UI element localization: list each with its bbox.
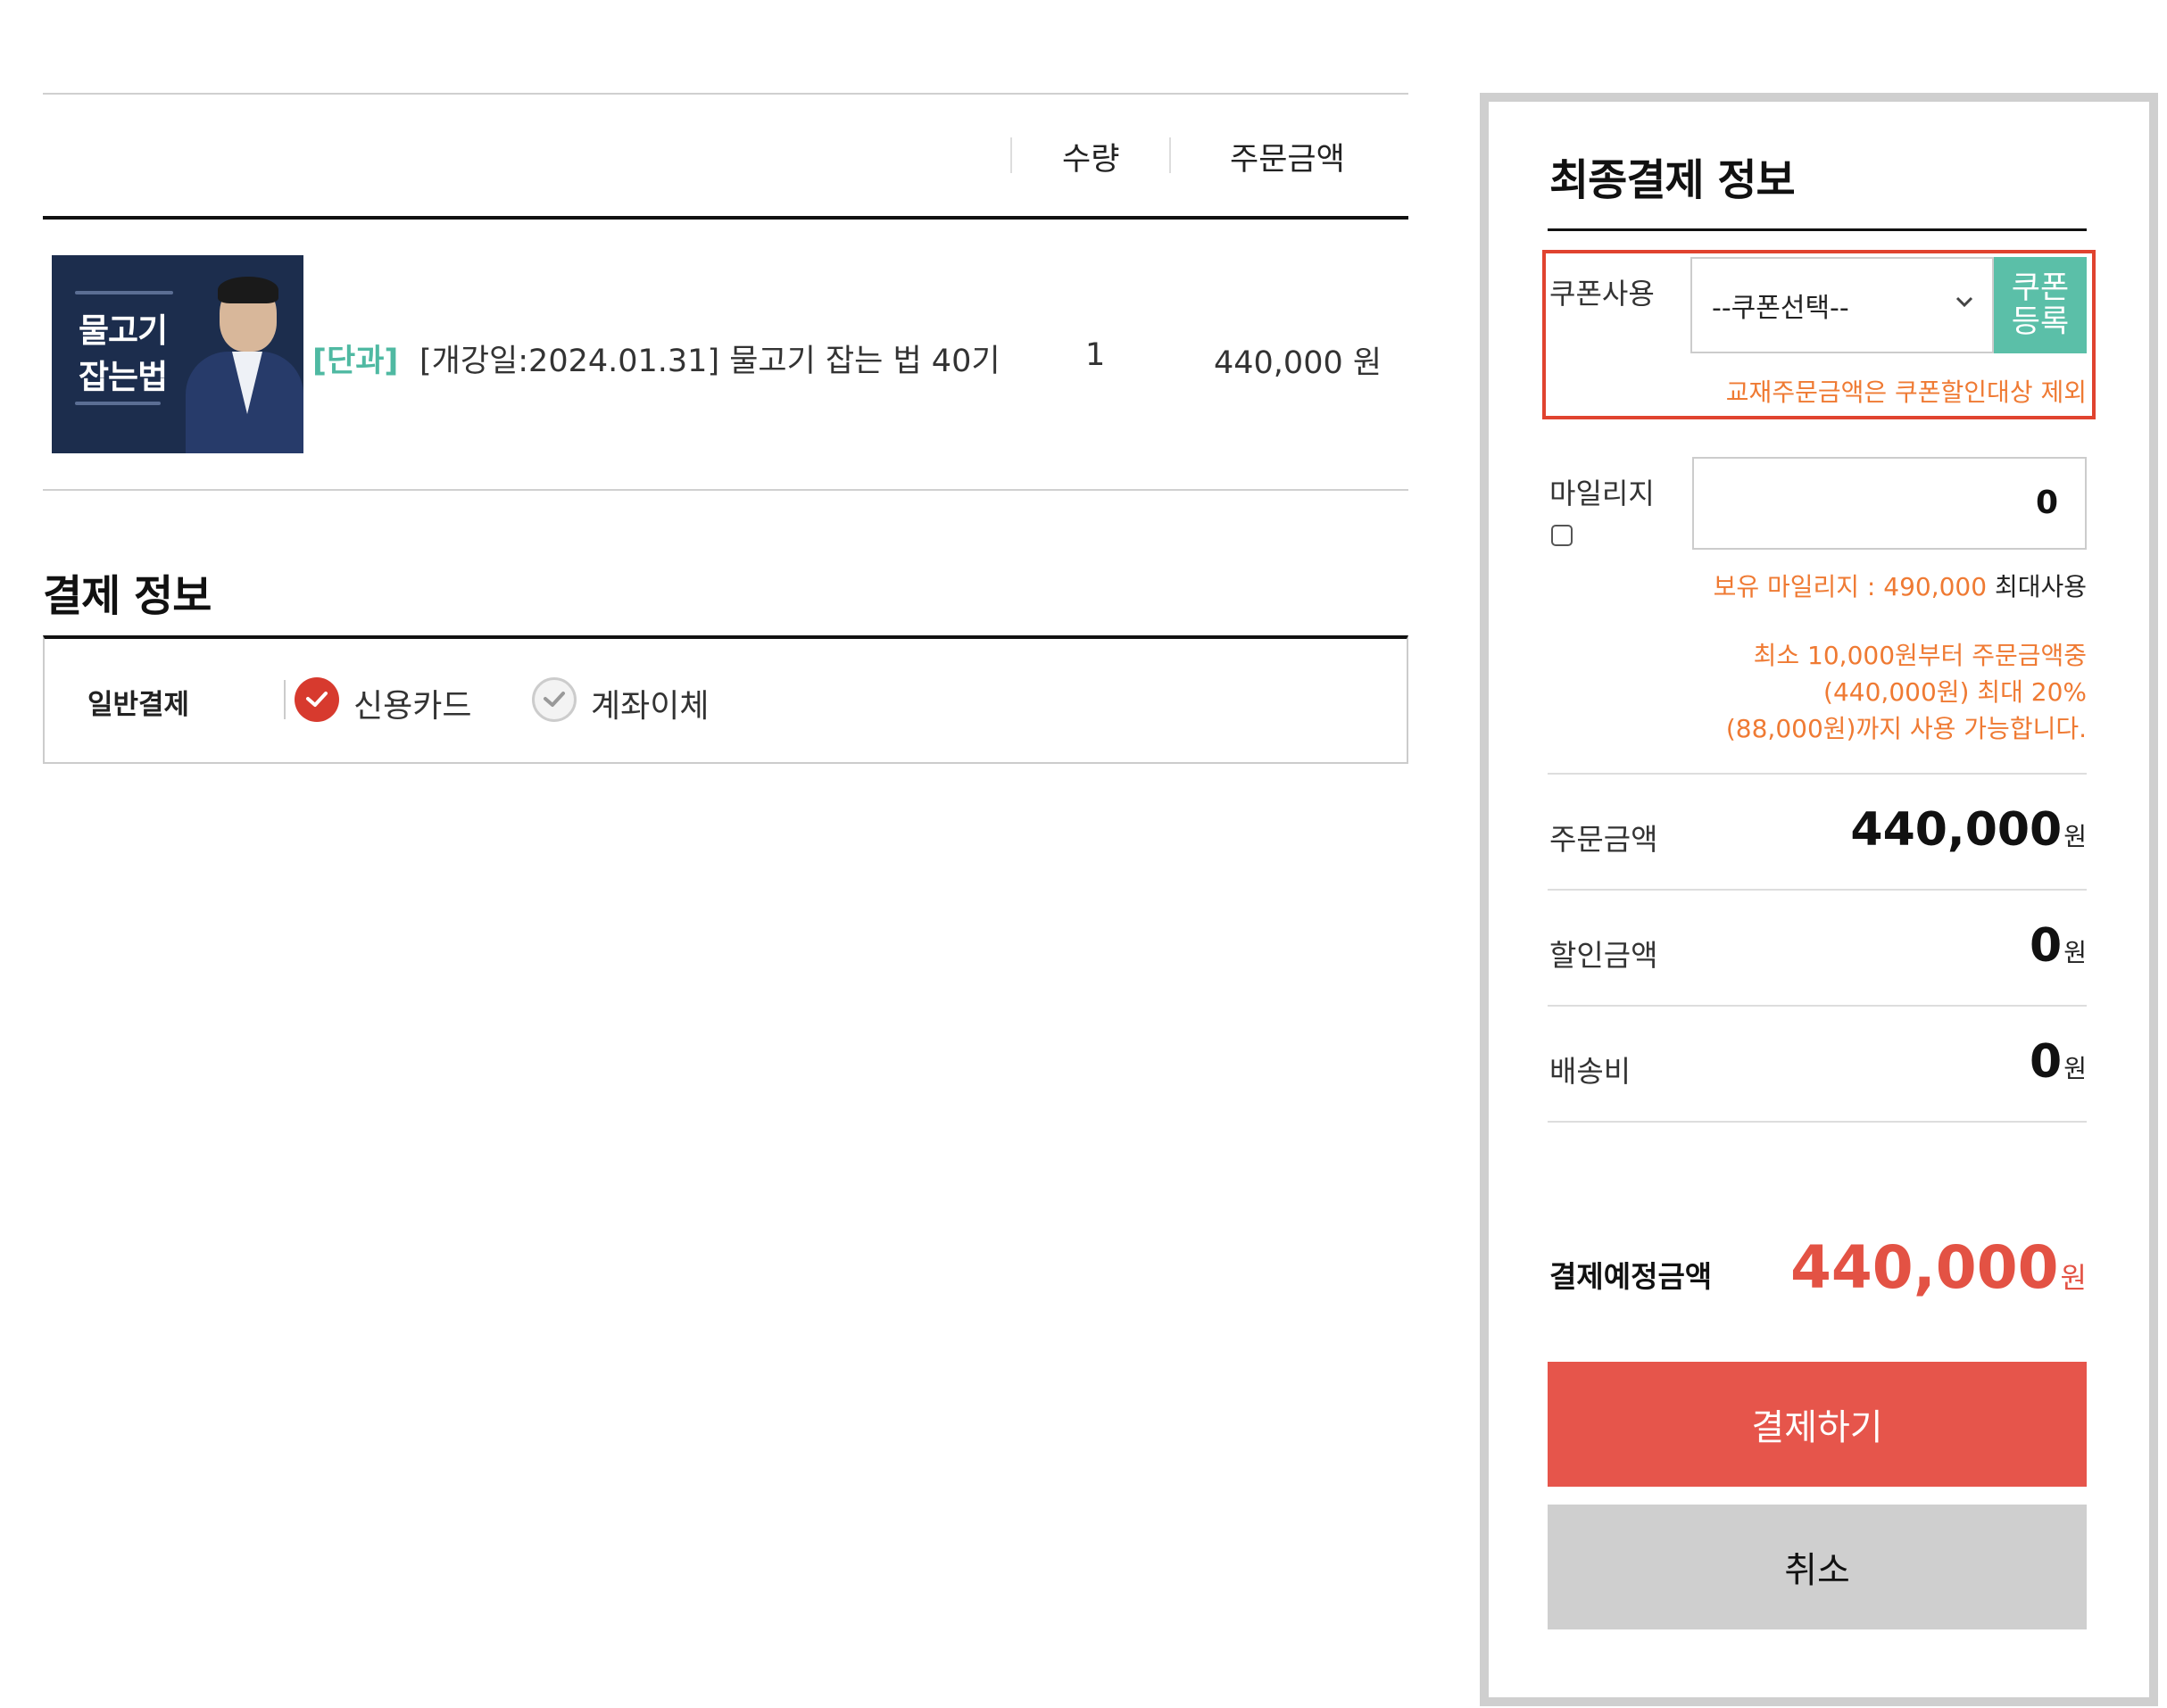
order-amount-label: 주문금액 xyxy=(1549,822,1658,857)
coupon-select[interactable]: --쿠폰선택-- xyxy=(1690,257,1994,353)
coupon-select-value: --쿠폰선택-- xyxy=(1712,293,1849,324)
total-amount-value: 440,000원 xyxy=(1790,1233,2087,1302)
mileage-rule-line3: (88,000원)까지 사용 가능합니다. xyxy=(1725,714,2087,743)
coupon-label: 쿠폰사용 xyxy=(1549,277,1655,311)
shipping-value: 0원 xyxy=(2030,1035,2087,1089)
discount-number: 0 xyxy=(2030,919,2063,973)
bank-transfer-radio[interactable] xyxy=(532,677,577,722)
order-row-divider xyxy=(43,489,1408,491)
summary-divider xyxy=(1548,1005,2087,1007)
check-icon xyxy=(306,692,328,707)
mileage-rule-line1: 최소 10,000원부터 주문금액중 xyxy=(1753,641,2087,670)
coupon-register-line2: 등록 xyxy=(2011,304,2070,340)
payment-row-separator xyxy=(284,680,286,719)
final-payment-title: 최종결제 정보 xyxy=(1549,155,1796,205)
mileage-rule-note: 최소 10,000원부터 주문금액중 (440,000원) 최대 20% (88… xyxy=(1690,637,2087,747)
thumbnail-title-line1: 물고기 xyxy=(79,311,168,350)
mileage-input[interactable]: 0 xyxy=(1692,457,2087,550)
credit-card-label[interactable]: 신용카드 xyxy=(353,680,471,726)
product-thumbnail: 물고기 잡는법 xyxy=(52,255,303,453)
mileage-max-use: 최대사용 xyxy=(1994,572,2087,601)
total-amount-number: 440,000 xyxy=(1789,1233,2059,1302)
amount-header: 주문금액 xyxy=(1230,142,1345,178)
currency-unit: 원 xyxy=(2063,1054,2087,1083)
mileage-held-info: 보유 마일리지 : 490,000 최대사용 xyxy=(1690,568,2087,603)
order-table-header-rule xyxy=(43,216,1408,220)
summary-divider xyxy=(1548,773,2087,775)
summary-divider xyxy=(1548,1121,2087,1123)
order-table-top-border xyxy=(43,93,1408,95)
credit-card-radio[interactable] xyxy=(295,677,339,722)
product-amount: 440,000 원 xyxy=(1214,345,1382,381)
order-amount-number: 440,000 xyxy=(1850,803,2063,857)
payment-row-label: 일반결제 xyxy=(87,689,190,721)
thumbnail-title-line2: 잡는법 xyxy=(79,358,168,396)
product-quantity: 1 xyxy=(1085,337,1106,373)
quantity-header: 수량 xyxy=(1062,142,1120,178)
mileage-checkbox[interactable] xyxy=(1551,525,1573,546)
check-icon xyxy=(544,692,565,707)
discount-label: 할인금액 xyxy=(1549,938,1658,973)
product-tag: [단과] xyxy=(312,344,399,379)
coupon-note: 교재주문금액은 쿠폰할인대상 제외 xyxy=(1725,377,2087,407)
order-amount-value: 440,000원 xyxy=(1850,803,2087,857)
chevron-down-icon xyxy=(1955,286,1974,315)
coupon-register-line1: 쿠폰 xyxy=(2011,270,2070,306)
product-name[interactable]: [개강일:2024.01.31] 물고기 잡는 법 40기 xyxy=(419,336,1000,381)
column-separator xyxy=(1010,137,1012,173)
currency-unit: 원 xyxy=(2063,938,2087,967)
shipping-label: 배송비 xyxy=(1549,1054,1631,1089)
discount-value: 0원 xyxy=(2030,919,2087,973)
panel-title-rule xyxy=(1548,228,2087,231)
coupon-register-button[interactable]: 쿠폰 등록 xyxy=(1994,257,2087,353)
payment-method-box xyxy=(43,635,1408,764)
payment-info-title: 결제 정보 xyxy=(43,571,212,621)
currency-unit: 원 xyxy=(2060,1261,2087,1295)
mileage-held-amount: 보유 마일리지 : 490,000 xyxy=(1713,572,1988,601)
column-separator xyxy=(1169,137,1171,173)
bank-transfer-label[interactable]: 계좌이체 xyxy=(591,680,709,726)
shipping-number: 0 xyxy=(2030,1035,2063,1089)
mileage-rule-line2: (440,000원) 최대 20% xyxy=(1823,677,2087,707)
total-amount-label: 결제예정금액 xyxy=(1549,1259,1713,1294)
mileage-label: 마일리지 xyxy=(1549,477,1655,510)
summary-divider xyxy=(1548,889,2087,891)
cancel-button[interactable]: 취소 xyxy=(1548,1505,2087,1629)
currency-unit: 원 xyxy=(2063,822,2087,851)
pay-button[interactable]: 결제하기 xyxy=(1548,1362,2087,1487)
